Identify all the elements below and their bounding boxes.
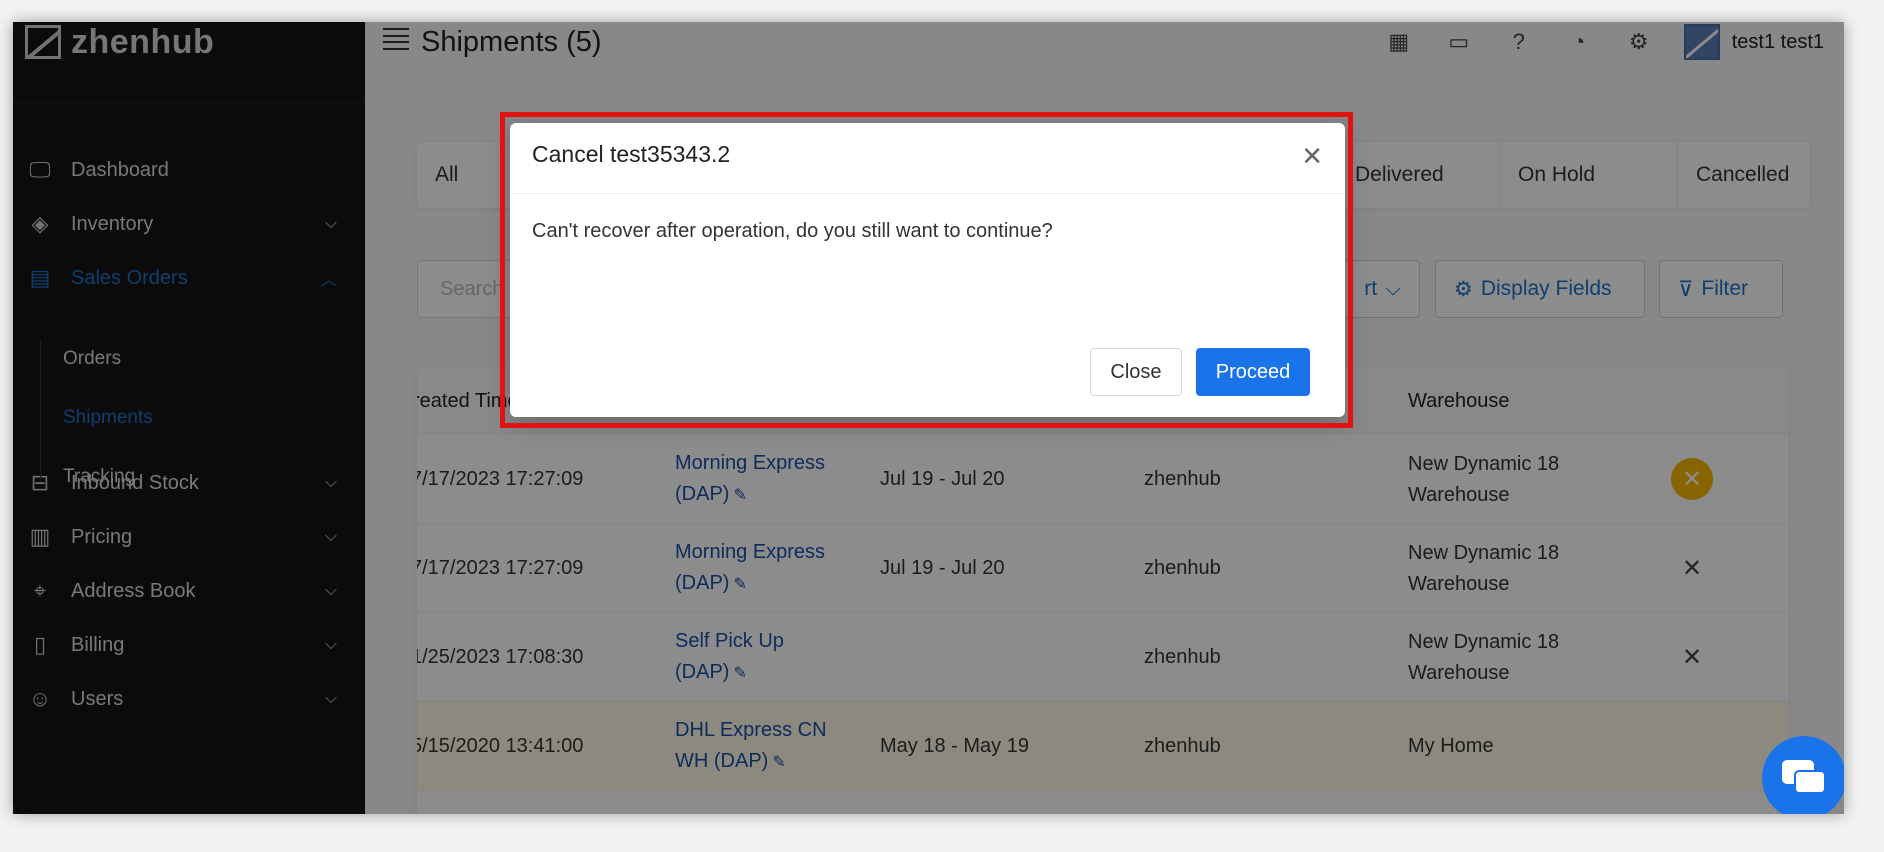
chat-button[interactable] [1762,736,1844,814]
app-window: zhenhub 🖵 Dashboard ◈ Inventory ⌵ ▤ Sale… [13,22,1844,814]
annotation-highlight-box [500,112,1353,428]
